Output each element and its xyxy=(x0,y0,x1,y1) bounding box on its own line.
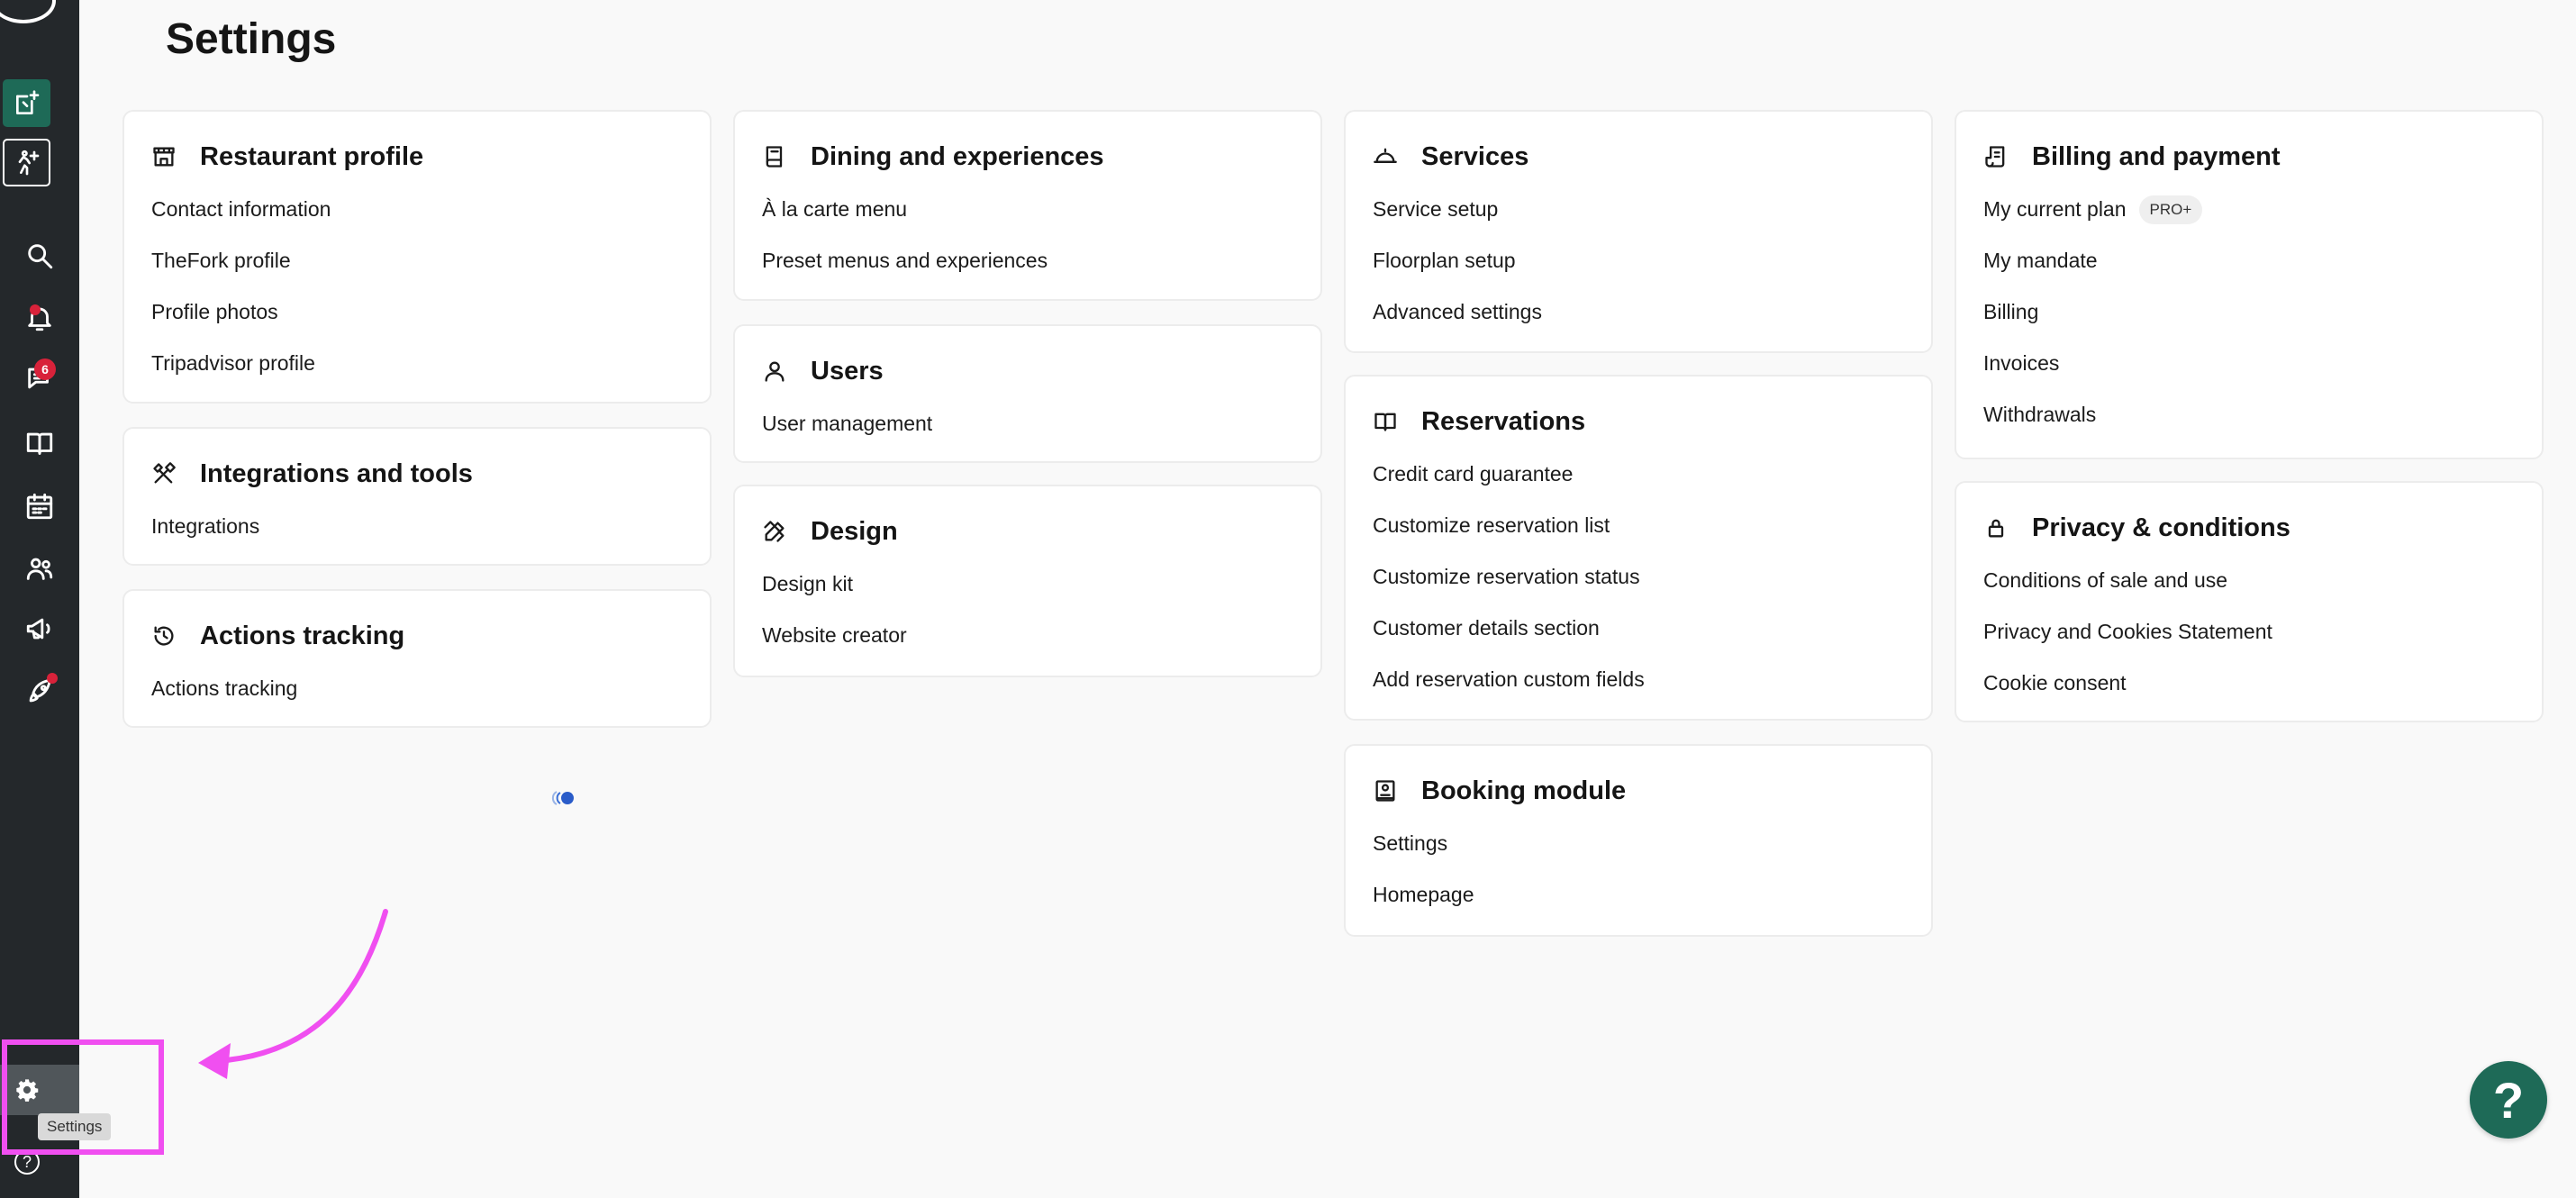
link-floorplan-setup[interactable]: Floorplan setup xyxy=(1373,235,1904,286)
annotation-arrow xyxy=(198,909,388,1079)
cloche-icon xyxy=(1374,148,1397,163)
user-icon xyxy=(765,361,785,382)
loading-spinner-icon xyxy=(551,791,574,805)
link-add-reservation-custom-fields[interactable]: Add reservation custom fields xyxy=(1373,654,1904,705)
card-dining-experiences: Dining and experiences À la carte menu P… xyxy=(733,110,1322,301)
storefront-icon xyxy=(153,147,175,167)
menu-book-icon xyxy=(766,146,783,168)
receipt-icon xyxy=(1985,146,2005,168)
notifications-button[interactable] xyxy=(0,288,79,348)
link-privacy-cookies-statement[interactable]: Privacy and Cookies Statement xyxy=(1983,606,2515,658)
sidebar: 6 ? xyxy=(0,0,79,1198)
megaphone-icon xyxy=(26,618,50,640)
users-icon xyxy=(26,558,53,580)
link-invoices[interactable]: Invoices xyxy=(1983,338,2515,389)
link-advanced-settings[interactable]: Advanced settings xyxy=(1373,286,1904,338)
book-button[interactable] xyxy=(0,413,79,473)
link-customize-reservation-status[interactable]: Customize reservation status xyxy=(1373,551,1904,603)
marketing-button[interactable] xyxy=(0,599,79,658)
card-title: Design xyxy=(811,516,898,546)
card-title: Users xyxy=(811,356,884,386)
card-title: Services xyxy=(1421,141,1529,171)
link-label: My current plan xyxy=(1983,197,2127,221)
search-icon xyxy=(28,244,53,269)
card-title: Reservations xyxy=(1421,406,1586,436)
card-integrations-tools: Integrations and tools Integrations xyxy=(122,427,712,566)
calendar-icon xyxy=(26,493,53,520)
link-actions-tracking[interactable]: Actions tracking xyxy=(151,663,683,714)
card-users: Users User management xyxy=(733,324,1322,463)
annotation-highlight-box xyxy=(2,1039,164,1155)
link-preset-menus[interactable]: Preset menus and experiences xyxy=(762,235,1293,286)
link-conditions-of-sale[interactable]: Conditions of sale and use xyxy=(1983,555,2515,606)
card-services: Services Service setup Floorplan setup A… xyxy=(1344,110,1933,353)
link-credit-card-guarantee[interactable]: Credit card guarantee xyxy=(1373,449,1904,500)
open-book-icon xyxy=(1374,413,1396,431)
card-title: Dining and experiences xyxy=(811,141,1104,171)
link-a-la-carte-menu[interactable]: À la carte menu xyxy=(762,184,1293,235)
link-profile-photos[interactable]: Profile photos xyxy=(151,286,683,338)
link-service-setup[interactable]: Service setup xyxy=(1373,184,1904,235)
link-my-current-plan[interactable]: My current plan PRO+ xyxy=(1983,184,2515,235)
calendar-button[interactable] xyxy=(0,476,79,536)
page-title: Settings xyxy=(166,15,337,63)
card-title: Billing and payment xyxy=(2032,141,2281,171)
help-chat-button[interactable]: ? xyxy=(2470,1061,2547,1139)
lock-icon xyxy=(1988,519,2004,538)
card-title: Privacy & conditions xyxy=(2032,513,2290,542)
link-integrations[interactable]: Integrations xyxy=(151,501,683,552)
card-title: Restaurant profile xyxy=(200,141,424,171)
link-website-creator[interactable]: Website creator xyxy=(762,610,1293,661)
card-restaurant-profile: Restaurant profile Contact information T… xyxy=(122,110,712,404)
boost-notification-dot xyxy=(47,673,58,684)
card-title: Integrations and tools xyxy=(200,458,473,488)
walk-in-button[interactable] xyxy=(3,139,50,186)
link-withdrawals[interactable]: Withdrawals xyxy=(1983,389,2515,440)
new-reservation-button[interactable] xyxy=(3,79,50,127)
card-title: Actions tracking xyxy=(200,621,405,650)
booking-widget-icon xyxy=(1375,780,1395,802)
link-homepage[interactable]: Homepage xyxy=(1373,869,1904,921)
card-billing-payment: Billing and payment My current plan PRO+… xyxy=(1955,110,2544,459)
card-actions-tracking: Actions tracking Actions tracking xyxy=(122,589,712,728)
card-reservations: Reservations Credit card guarantee Custo… xyxy=(1344,375,1933,721)
tools-icon xyxy=(153,462,176,484)
link-my-mandate[interactable]: My mandate xyxy=(1983,235,2515,286)
link-design-kit[interactable]: Design kit xyxy=(762,558,1293,610)
link-user-management[interactable]: User management xyxy=(762,398,1293,449)
link-contact-information[interactable]: Contact information xyxy=(151,184,683,235)
boost-button[interactable] xyxy=(0,662,79,722)
plan-badge: PRO+ xyxy=(2138,195,2203,224)
search-button[interactable] xyxy=(0,226,79,286)
customers-button[interactable] xyxy=(0,539,79,598)
link-customize-reservation-list[interactable]: Customize reservation list xyxy=(1373,500,1904,551)
link-billing[interactable]: Billing xyxy=(1983,286,2515,338)
card-title: Booking module xyxy=(1421,776,1627,805)
card-design: Design Design kit Website creator xyxy=(733,485,1322,677)
book-icon xyxy=(26,432,53,455)
unread-count-badge: 6 xyxy=(34,358,56,380)
new-reservation-icon xyxy=(15,89,39,114)
link-thefork-profile[interactable]: TheFork profile xyxy=(151,235,683,286)
card-booking-module: Booking module Settings Homepage xyxy=(1344,744,1933,937)
notification-dot xyxy=(30,304,41,315)
card-privacy-conditions: Privacy & conditions Conditions of sale … xyxy=(1955,481,2544,722)
link-tripadvisor-profile[interactable]: Tripadvisor profile xyxy=(151,338,683,389)
link-cookie-consent[interactable]: Cookie consent xyxy=(1983,658,2515,709)
restaurant-logo[interactable] xyxy=(0,0,56,23)
walk-in-icon xyxy=(18,150,39,175)
history-clock-icon xyxy=(154,626,174,646)
design-pencil-ruler-icon xyxy=(764,521,785,542)
messages-button[interactable]: 6 xyxy=(0,349,79,408)
link-booking-settings[interactable]: Settings xyxy=(1373,818,1904,869)
link-customer-details-section[interactable]: Customer details section xyxy=(1373,603,1904,654)
